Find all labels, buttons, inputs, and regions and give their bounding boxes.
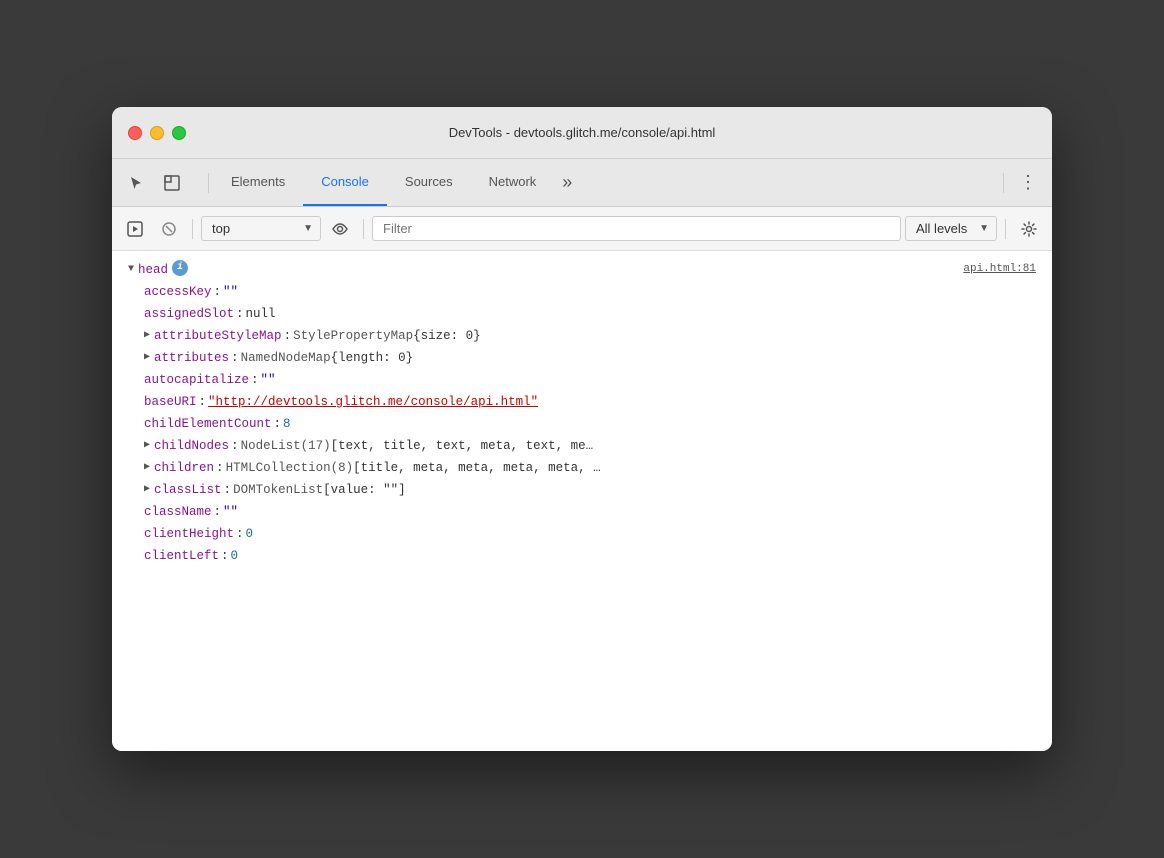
tabs: Elements Console Sources Network »: [213, 159, 999, 206]
table-row: classList : DOMTokenList [value: ""]: [112, 479, 1052, 501]
prop-type: StylePropertyMap: [293, 326, 413, 346]
prop-value: "": [223, 502, 238, 522]
prop-type: HTMLCollection(8): [226, 458, 354, 478]
prop-key: autocapitalize: [144, 370, 249, 390]
head-label: head: [138, 260, 168, 280]
tab-bar-left-icons: [120, 167, 188, 199]
prop-detail: {size: 0}: [413, 326, 481, 346]
separator: [208, 173, 209, 193]
prop-detail: [value: ""]: [323, 480, 406, 500]
prop-key: assignedSlot: [144, 304, 234, 324]
filter-input[interactable]: [372, 216, 901, 241]
prop-value: "": [223, 282, 238, 302]
devtools-window: DevTools - devtools.glitch.me/console/ap…: [112, 107, 1052, 751]
tab-elements[interactable]: Elements: [213, 159, 303, 206]
prop-value: 8: [283, 414, 291, 434]
prop-key: clientHeight: [144, 524, 234, 544]
window-title: DevTools - devtools.glitch.me/console/ap…: [449, 125, 716, 140]
prop-type: DOMTokenList: [233, 480, 323, 500]
tab-bar-right: ⋮: [999, 167, 1044, 199]
prop-type: NodeList(17): [241, 436, 331, 456]
title-bar: DevTools - devtools.glitch.me/console/ap…: [112, 107, 1052, 159]
table-row: baseURI : "http://devtools.glitch.me/con…: [112, 391, 1052, 413]
settings-button[interactable]: [1014, 214, 1044, 244]
clear-console-button[interactable]: [154, 214, 184, 244]
more-options-button[interactable]: ⋮: [1012, 167, 1044, 199]
toolbar-separator3: [1005, 219, 1006, 239]
more-tabs-button[interactable]: »: [554, 159, 580, 206]
tab-console[interactable]: Console: [303, 159, 387, 206]
cursor-icon[interactable]: [120, 167, 152, 199]
prop-detail: [title, meta, meta, meta, meta, …: [353, 458, 601, 478]
table-row: assignedSlot : null: [112, 303, 1052, 325]
info-badge[interactable]: i: [172, 260, 188, 276]
separator2: [1003, 173, 1004, 193]
tab-sources[interactable]: Sources: [387, 159, 471, 206]
expand-arrow[interactable]: [144, 348, 150, 368]
inspect-icon[interactable]: [156, 167, 188, 199]
table-row: childElementCount : 8: [112, 413, 1052, 435]
head-row: head i: [112, 259, 963, 281]
close-button[interactable]: [128, 126, 142, 140]
prop-value: 0: [231, 546, 239, 566]
levels-select-wrapper: All levels ▼: [905, 216, 997, 241]
tab-bar: Elements Console Sources Network » ⋮: [112, 159, 1052, 207]
run-script-button[interactable]: [120, 214, 150, 244]
prop-key: children: [154, 458, 214, 478]
prop-type: NamedNodeMap: [241, 348, 331, 368]
prop-key: childElementCount: [144, 414, 272, 434]
expand-arrow[interactable]: [144, 326, 150, 346]
prop-key: attributeStyleMap: [154, 326, 282, 346]
table-row: childNodes : NodeList(17) [text, title, …: [112, 435, 1052, 457]
source-link[interactable]: api.html:81: [963, 259, 1052, 275]
traffic-lights: [128, 126, 186, 140]
table-row: autocapitalize : "": [112, 369, 1052, 391]
levels-select[interactable]: All levels: [905, 216, 997, 241]
table-row: attributeStyleMap : StylePropertyMap {si…: [112, 325, 1052, 347]
prop-key: childNodes: [154, 436, 229, 456]
prop-value: null: [246, 304, 276, 324]
table-row: className : "": [112, 501, 1052, 523]
prop-key: clientLeft: [144, 546, 219, 566]
prop-key: attributes: [154, 348, 229, 368]
context-select[interactable]: top: [201, 216, 321, 241]
prop-value: "": [261, 370, 276, 390]
prop-key: baseURI: [144, 392, 197, 412]
table-row: accessKey : "": [112, 281, 1052, 303]
expand-arrow[interactable]: [144, 436, 150, 456]
table-row: clientLeft : 0: [112, 545, 1052, 567]
prop-detail: {length: 0}: [331, 348, 414, 368]
expand-arrow[interactable]: [144, 480, 150, 500]
table-row: clientHeight : 0: [112, 523, 1052, 545]
prop-key: accessKey: [144, 282, 212, 302]
prop-key: classList: [154, 480, 222, 500]
tab-network[interactable]: Network: [471, 159, 555, 206]
expand-arrow[interactable]: [144, 458, 150, 478]
live-expressions-button[interactable]: [325, 214, 355, 244]
toolbar-separator: [192, 219, 193, 239]
prop-link[interactable]: "http://devtools.glitch.me/console/api.h…: [208, 392, 538, 412]
table-row: children : HTMLCollection(8) [title, met…: [112, 457, 1052, 479]
head-toggle[interactable]: [128, 260, 134, 280]
table-row: attributes : NamedNodeMap {length: 0}: [112, 347, 1052, 369]
toolbar-separator2: [363, 219, 364, 239]
console-content: api.html:81 head i accessKey : "" assign…: [112, 251, 1052, 751]
minimize-button[interactable]: [150, 126, 164, 140]
prop-value: 0: [246, 524, 254, 544]
maximize-button[interactable]: [172, 126, 186, 140]
console-toolbar: top ▼ All levels ▼: [112, 207, 1052, 251]
prop-detail: [text, title, text, meta, text, me…: [331, 436, 594, 456]
prop-key: className: [144, 502, 212, 522]
context-select-wrapper: top ▼: [201, 216, 321, 241]
